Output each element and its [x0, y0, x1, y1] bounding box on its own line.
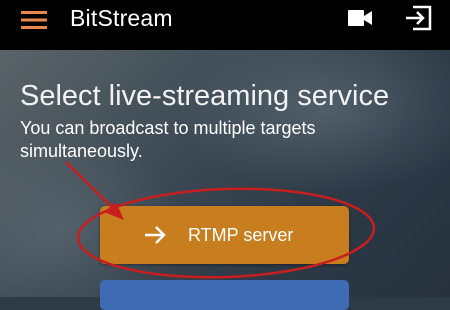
camera-button[interactable] — [346, 6, 374, 30]
arrow-right-icon — [145, 226, 166, 244]
video-camera-icon — [348, 10, 372, 26]
hamburger-menu-icon — [21, 11, 47, 29]
app-title: BitStream — [70, 5, 173, 31]
menu-button[interactable] — [18, 7, 50, 33]
rtmp-server-label: RTMP server — [188, 225, 294, 245]
page-subtitle: You can broadcast to multiple targets si… — [20, 118, 316, 161]
exit-icon — [406, 5, 432, 31]
rtmp-server-button[interactable]: RTMP server — [100, 206, 349, 264]
page-title: Select live-streaming service — [20, 80, 390, 112]
app-bar: BitStream — [0, 0, 450, 50]
service-button[interactable] — [100, 280, 349, 310]
exit-button[interactable] — [403, 4, 433, 32]
